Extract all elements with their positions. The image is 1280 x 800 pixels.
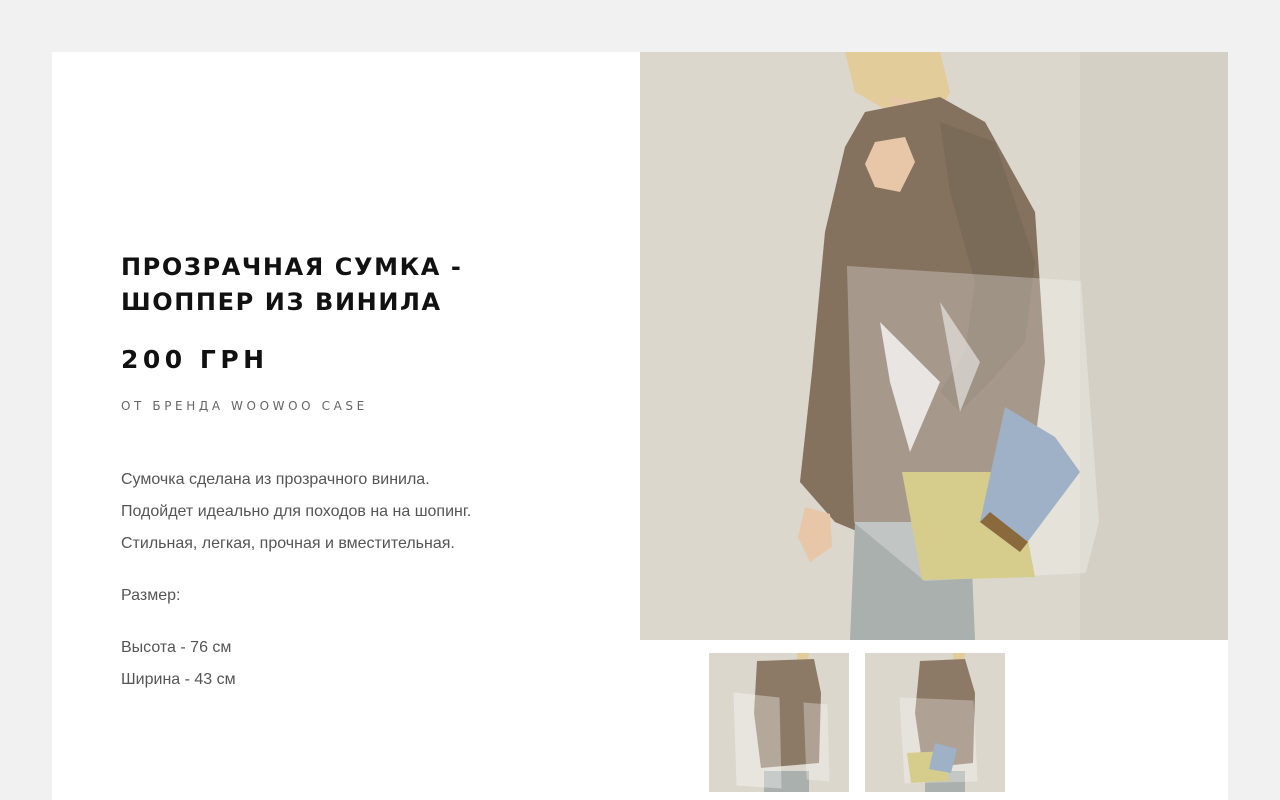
size-height: Высота - 76 см xyxy=(121,639,232,656)
size-label: Размер: xyxy=(121,587,181,604)
description-line: Сумочка сделана из прозрачного винила. xyxy=(121,471,430,488)
product-brand: ОТ БРЕНДА WOOWOO CASE xyxy=(121,399,368,413)
product-card: ПРОЗРАЧНАЯ СУМКА - ШОППЕР ИЗ ВИНИЛА 200 … xyxy=(52,52,1228,800)
main-product-photo xyxy=(640,52,1228,640)
product-price: 200 ГРН xyxy=(121,345,269,374)
product-thumbnail[interactable] xyxy=(865,653,1005,792)
product-title: ПРОЗРАЧНАЯ СУМКА - ШОППЕР ИЗ ВИНИЛА xyxy=(121,253,463,316)
size-width: Ширина - 43 см xyxy=(121,671,236,688)
description-line: Подойдет идеально для походов на на шопи… xyxy=(121,503,472,520)
product-description: Сумочка сделана из прозрачного винила. П… xyxy=(121,464,561,696)
product-info: ПРОЗРАЧНАЯ СУМКА - ШОППЕР ИЗ ВИНИЛА 200 … xyxy=(121,250,561,696)
description-line: Стильная, легкая, прочная и вместительна… xyxy=(121,535,455,552)
product-thumbnail[interactable] xyxy=(709,653,849,792)
